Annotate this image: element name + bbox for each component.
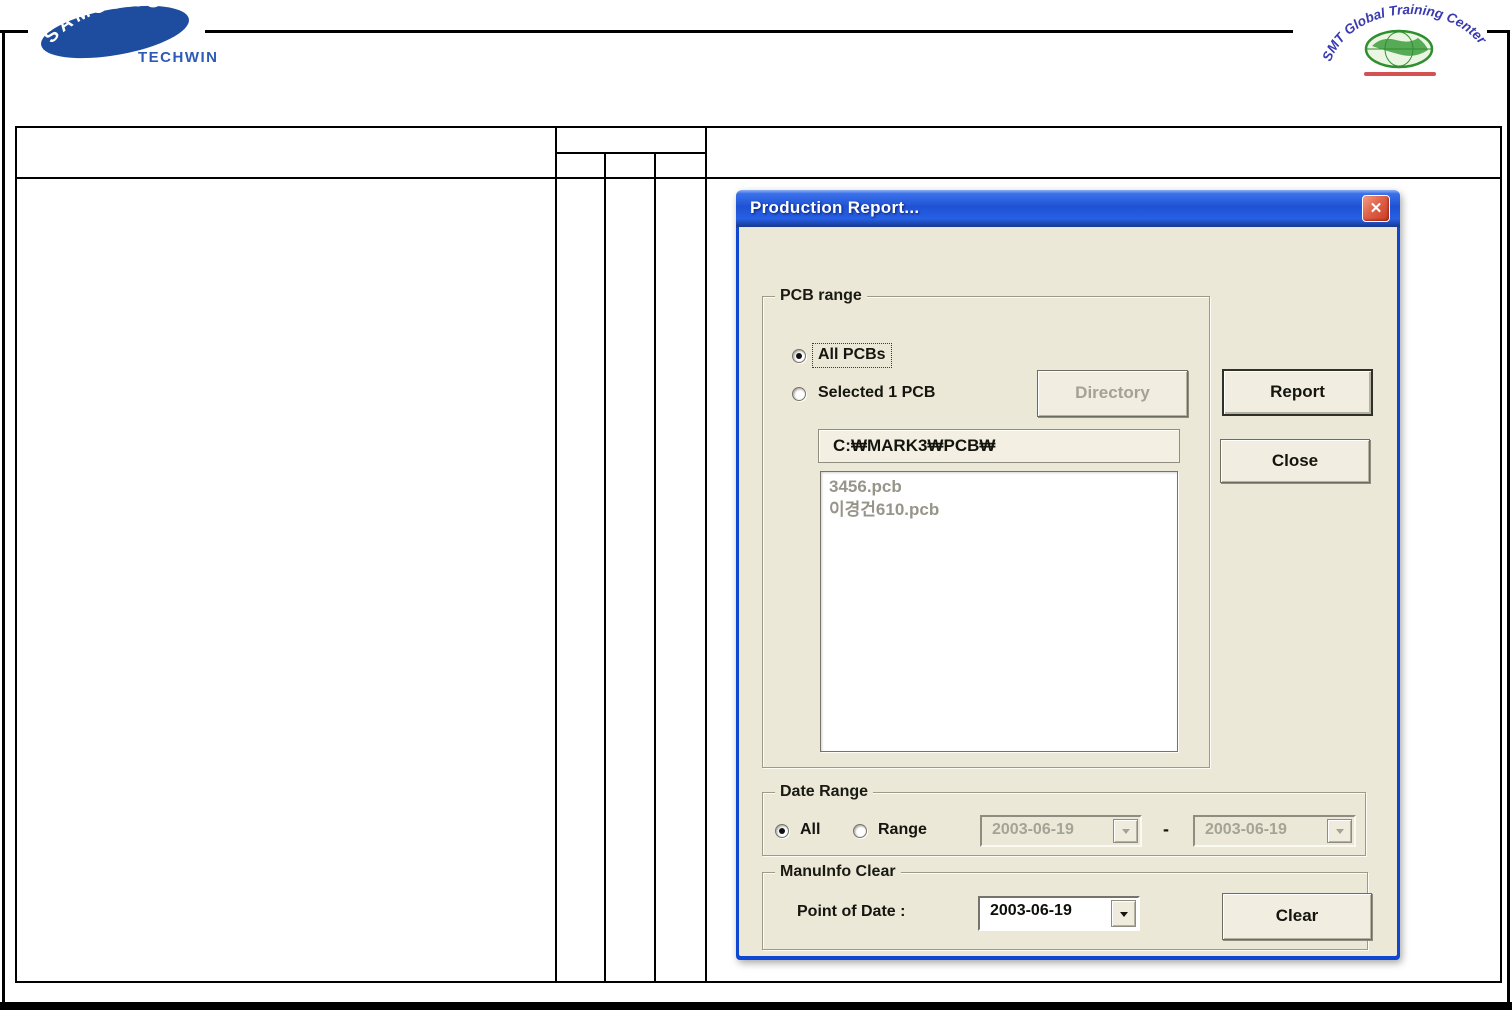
dialog-titlebar[interactable]: Production Report... ✕ [736, 190, 1400, 227]
selected-1-pcb-radio-label[interactable]: Selected 1 PCB [818, 384, 935, 402]
dialog-title: Production Report... [750, 198, 920, 217]
radio-selected-dot [796, 353, 802, 359]
pcb-file-listbox[interactable]: 3456.pcb 이경건610.pcb [820, 471, 1178, 752]
close-button[interactable]: Close [1220, 439, 1370, 483]
left-page-border [2, 30, 5, 1005]
table-vline-2 [604, 152, 606, 983]
bottom-page-border [0, 1002, 1512, 1010]
report-button[interactable]: Report [1222, 369, 1373, 416]
production-report-dialog: Production Report... ✕ PCB range All PCB… [736, 190, 1400, 960]
date-range-radio-label[interactable]: Range [878, 821, 927, 839]
samsung-techwin-logo: SAMSUNG TECHWIN [35, 0, 219, 66]
dialog-client-area: PCB range All PCBs Selected 1 PCB Direct… [739, 227, 1397, 956]
techwin-wordmark: TECHWIN [138, 49, 219, 66]
table-border-left [15, 126, 17, 983]
pcb-range-label: PCB range [775, 287, 867, 305]
table-hline-header [15, 177, 1502, 179]
table-border-top [15, 126, 1502, 128]
date-separator: - [1163, 819, 1169, 839]
date-all-radio[interactable] [775, 824, 789, 838]
all-pcbs-radio-label[interactable]: All PCBs [812, 343, 892, 368]
date-range-label: Date Range [775, 783, 874, 801]
table-vline-1 [555, 126, 557, 983]
table-vline-3 [654, 152, 656, 983]
list-item[interactable]: 3456.pcb [821, 472, 1177, 498]
table-border-right [1500, 126, 1502, 983]
chevron-down-icon[interactable] [1111, 900, 1136, 927]
close-icon[interactable]: ✕ [1362, 195, 1390, 222]
all-pcbs-radio[interactable] [792, 349, 806, 363]
radio-selected-dot [779, 828, 785, 834]
chevron-down-icon[interactable] [1113, 819, 1138, 843]
date-all-radio-label[interactable]: All [800, 821, 820, 839]
directory-button[interactable]: Directory [1037, 370, 1188, 417]
list-item[interactable]: 이경건610.pcb [821, 498, 1177, 521]
selected-1-pcb-radio[interactable] [792, 387, 806, 401]
date-to-combobox[interactable]: 2003-06-19 [1193, 815, 1356, 847]
pcb-path-field: C:₩MARK3₩PCB₩ [818, 429, 1180, 463]
smt-training-center-logo: SMT Global Training Center [1322, 2, 1490, 76]
chevron-down-icon[interactable] [1327, 819, 1352, 843]
date-range-radio[interactable] [853, 824, 867, 838]
table-hline-sub [555, 152, 707, 154]
clear-button[interactable]: Clear [1222, 893, 1372, 940]
right-page-border [1507, 30, 1510, 1005]
point-of-date-combobox[interactable]: 2003-06-19 [978, 896, 1140, 931]
manuinfo-clear-label: ManuInfo Clear [775, 863, 901, 881]
top-rule-center [205, 30, 1293, 33]
point-of-date-label: Point of Date : [797, 903, 906, 920]
table-vline-4 [705, 126, 707, 983]
globe-icon [1364, 29, 1434, 69]
date-from-combobox[interactable]: 2003-06-19 [980, 815, 1142, 847]
globe-caption-redline [1364, 72, 1436, 76]
document-page: SAMSUNG TECHWIN SMT Global Training Cent… [0, 0, 1512, 1014]
table-border-bottom [15, 981, 1502, 983]
